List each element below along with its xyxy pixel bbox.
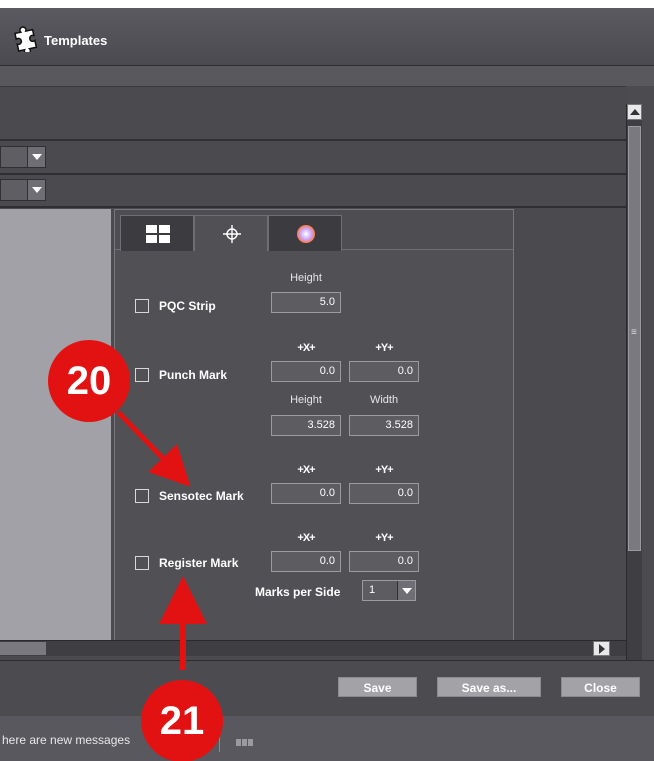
punch-mark-label: Punch Mark bbox=[159, 368, 228, 382]
sensotec-x-label: +X+ bbox=[297, 464, 315, 476]
crosshair-icon bbox=[223, 225, 241, 243]
divider bbox=[0, 139, 626, 141]
layout-grid-icon bbox=[146, 225, 170, 243]
color-wheel-icon bbox=[297, 225, 315, 243]
punch-width-label: Width bbox=[369, 394, 399, 406]
dialog-footer: Save Save as... Close bbox=[0, 660, 654, 716]
sensotec-mark-label: Sensotec Mark bbox=[159, 489, 244, 503]
pqc-strip-checkbox[interactable] bbox=[135, 299, 149, 313]
pqc-height-input[interactable]: 5.0 bbox=[271, 292, 341, 313]
title-bar: Templates bbox=[0, 8, 654, 66]
punch-width-input[interactable]: 3.528 bbox=[349, 415, 419, 436]
template-select-2[interactable] bbox=[0, 179, 46, 201]
scroll-up-arrow-icon[interactable] bbox=[627, 104, 642, 120]
sensotec-x-input[interactable]: 0.0 bbox=[271, 483, 341, 504]
status-message[interactable]: here are new messages bbox=[2, 733, 130, 747]
tab-marks[interactable] bbox=[194, 215, 268, 251]
chevron-down-icon[interactable] bbox=[27, 147, 45, 167]
register-mark-checkbox[interactable] bbox=[135, 556, 149, 570]
chevron-down-icon[interactable] bbox=[27, 180, 45, 200]
chevron-down-icon[interactable] bbox=[397, 581, 415, 600]
punch-y-label: +Y+ bbox=[375, 342, 393, 354]
punch-height-input[interactable]: 3.528 bbox=[271, 415, 341, 436]
marks-per-side-select[interactable]: 1 bbox=[362, 580, 416, 601]
status-bar: here are new messages bbox=[0, 716, 654, 761]
template-select-1[interactable] bbox=[0, 146, 46, 168]
divider bbox=[0, 173, 626, 175]
sheet-preview bbox=[0, 209, 111, 642]
register-x-input[interactable]: 0.0 bbox=[271, 551, 341, 572]
save-as-button[interactable]: Save as... bbox=[437, 677, 541, 697]
app-screenshot: Templates Height PQC Strip 5.0 +X+ +Y+ P… bbox=[0, 0, 654, 761]
window-title: Templates bbox=[44, 33, 108, 48]
horizontal-scroll-thumb[interactable] bbox=[0, 642, 46, 655]
pqc-strip-label: PQC Strip bbox=[159, 299, 216, 313]
callout-20: 20 bbox=[48, 340, 130, 422]
close-button[interactable]: Close bbox=[561, 677, 640, 697]
marks-tab-panel: Height PQC Strip 5.0 +X+ +Y+ Punch Mark … bbox=[114, 209, 514, 642]
window-top-strip bbox=[0, 66, 654, 86]
activity-indicator-icon bbox=[236, 735, 254, 749]
punch-x-label: +X+ bbox=[297, 342, 315, 354]
register-y-label: +Y+ bbox=[375, 532, 393, 544]
register-mark-label: Register Mark bbox=[159, 556, 239, 570]
tab-bar bbox=[115, 210, 513, 251]
vertical-scrollbar[interactable] bbox=[626, 104, 642, 676]
horizontal-scrollbar[interactable] bbox=[0, 640, 626, 656]
punch-x-input[interactable]: 0.0 bbox=[271, 361, 341, 382]
tab-layout[interactable] bbox=[120, 215, 194, 251]
callout-21: 21 bbox=[141, 680, 223, 761]
register-y-input[interactable]: 0.0 bbox=[349, 551, 419, 572]
sensotec-mark-checkbox[interactable] bbox=[135, 489, 149, 503]
puzzle-icon bbox=[14, 26, 38, 52]
scroll-right-arrow-icon[interactable] bbox=[593, 641, 610, 656]
sensotec-y-input[interactable]: 0.0 bbox=[349, 483, 419, 504]
save-button[interactable]: Save bbox=[338, 677, 417, 697]
divider bbox=[0, 206, 626, 208]
marks-per-side-label: Marks per Side bbox=[255, 585, 341, 599]
punch-height-label: Height bbox=[290, 394, 322, 406]
sensotec-y-label: +Y+ bbox=[375, 464, 393, 476]
tab-color[interactable] bbox=[268, 215, 342, 251]
punch-mark-checkbox[interactable] bbox=[135, 368, 149, 382]
vertical-scroll-thumb[interactable] bbox=[628, 126, 641, 551]
marks-per-side-value: 1 bbox=[369, 584, 376, 596]
register-x-label: +X+ bbox=[297, 532, 315, 544]
pqc-height-label: Height bbox=[290, 272, 322, 284]
punch-y-input[interactable]: 0.0 bbox=[349, 361, 419, 382]
